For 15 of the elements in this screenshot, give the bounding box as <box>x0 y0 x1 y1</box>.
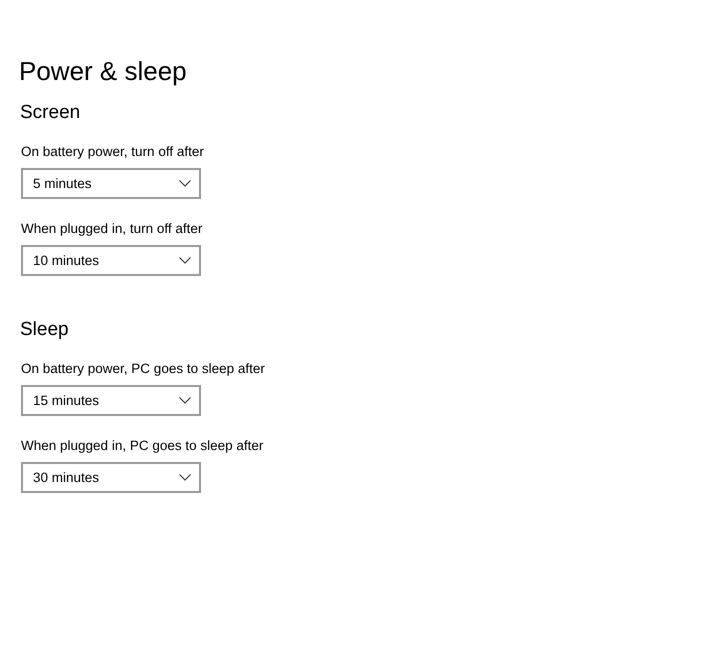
chevron-down-icon <box>179 257 191 264</box>
dropdown[interactable]: 5 minutes <box>21 168 201 199</box>
setting-label: On battery power, PC goes to sleep after <box>21 360 266 378</box>
setting-label: When plugged in, turn off after <box>21 220 204 238</box>
page-title: Power & sleep <box>19 55 188 88</box>
chevron-down-icon <box>179 180 191 187</box>
section-heading: Sleep <box>20 318 70 342</box>
dropdown[interactable]: 10 minutes <box>21 245 201 276</box>
setting-label: When plugged in, PC goes to sleep after <box>21 437 264 455</box>
section-heading: Screen <box>20 101 82 125</box>
dropdown[interactable]: 15 minutes <box>21 385 201 416</box>
dropdown[interactable]: 30 minutes <box>21 462 201 493</box>
chevron-down-icon <box>179 397 191 404</box>
setting-label: On battery power, turn off after <box>21 143 205 161</box>
chevron-down-icon <box>179 474 191 481</box>
